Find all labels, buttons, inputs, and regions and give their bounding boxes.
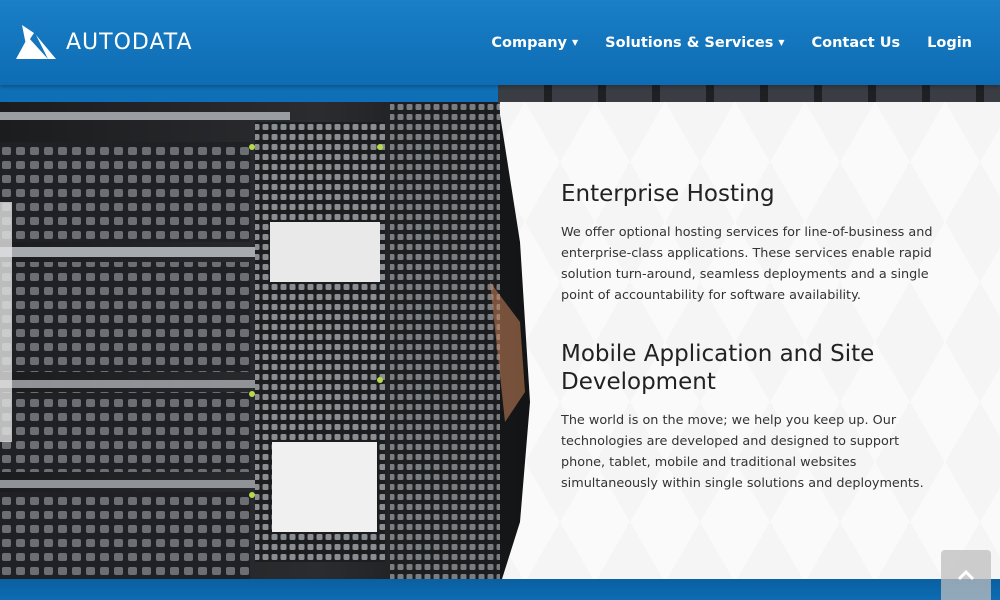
section-body: The world is on the move; we help you ke… [561,413,924,491]
brand-name: AUTODATA [66,29,193,55]
section-body: We offer optional hosting services for l… [561,225,933,303]
server-rack-image [0,102,530,579]
footer-bar [0,579,1000,600]
autodata-logo-icon [16,25,56,59]
caret-down-icon: ▼ [572,38,579,47]
nav-item-label: Contact Us [811,34,901,51]
hero-section: Enterprise Hosting We offer optional hos… [0,102,1000,579]
nav-item-company[interactable]: Company ▼ [491,35,578,51]
nav-item-solutions-services[interactable]: Solutions & Services ▼ [605,35,784,51]
caret-down-icon: ▼ [778,38,785,47]
logo[interactable]: AUTODATA [14,23,193,61]
nav-item-label: Company [491,34,568,51]
nav-item-contact-us[interactable]: Contact Us [812,35,901,51]
hero-content: Enterprise Hosting We offer optional hos… [561,180,946,528]
nav-item-label: Solutions & Services [605,34,774,51]
keyboard-image-strip [498,85,1000,102]
main-nav: Company ▼ Solutions & Services ▼ Contact… [464,0,972,85]
section-title: Mobile Application and Site Development [561,341,875,395]
scroll-to-top-button[interactable] [941,550,991,600]
nav-item-label: Login [927,34,972,51]
site-header: AUTODATA Company ▼ Solutions & Services … [0,0,1000,85]
section-title: Enterprise Hosting [561,181,775,207]
nav-item-login[interactable]: Login [927,35,972,51]
chevron-up-icon [957,569,975,581]
